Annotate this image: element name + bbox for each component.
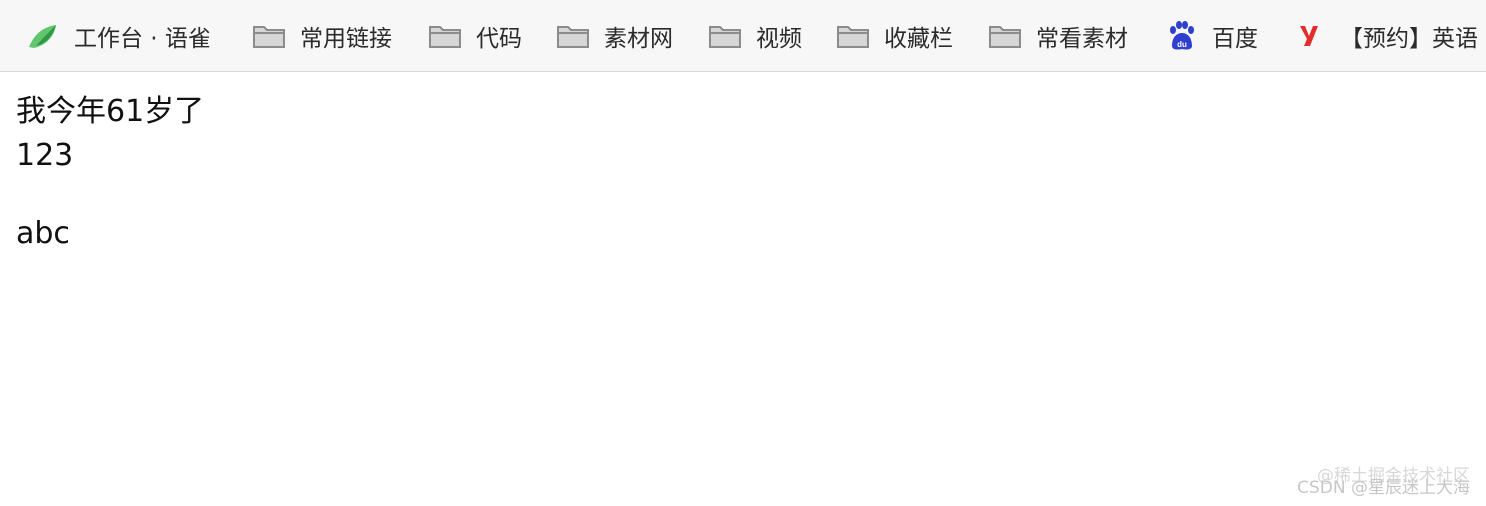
- text-line-age: 我今年61岁了: [16, 94, 205, 129]
- bookmark-label: 【预约】英语: [1340, 25, 1478, 52]
- youdao-y-icon: [1292, 19, 1326, 53]
- bookmark-folder-frequent-assets[interactable]: 常看素材: [988, 0, 1128, 71]
- baidu-paw-icon: du: [1164, 19, 1198, 53]
- bookmark-bar: 工作台 · 语雀 常用链接 代码 素材网 视频 收藏栏 常看素材 du 百度 【…: [0, 0, 1486, 72]
- folder-icon: [988, 19, 1022, 53]
- bookmark-label: 代码: [476, 25, 522, 52]
- text-line-abc: abc: [16, 216, 70, 251]
- yuque-bird-icon: [26, 19, 60, 53]
- bookmark-folder-code[interactable]: 代码: [428, 0, 522, 71]
- bookmark-yuque[interactable]: 工作台 · 语雀: [26, 0, 211, 71]
- folder-icon: [836, 19, 870, 53]
- bookmark-label: 常用链接: [300, 25, 392, 52]
- bookmark-folder-favorites[interactable]: 收藏栏: [836, 0, 953, 71]
- page-content: 我今年61岁了 123 abc: [16, 90, 204, 256]
- bookmark-baidu[interactable]: du 百度: [1164, 0, 1258, 71]
- folder-icon: [708, 19, 742, 53]
- svg-text:du: du: [1177, 40, 1187, 49]
- bookmark-label: 工作台 · 语雀: [74, 25, 211, 52]
- bookmark-label: 视频: [756, 25, 802, 52]
- bookmark-folder-assets[interactable]: 素材网: [556, 0, 673, 71]
- bookmark-folder-video[interactable]: 视频: [708, 0, 802, 71]
- line-break: [16, 178, 204, 212]
- folder-icon: [428, 19, 462, 53]
- bookmark-label: 收藏栏: [884, 25, 953, 52]
- juejin-watermark: @稀土掘金技术社区: [1317, 466, 1470, 486]
- bookmark-label: 百度: [1212, 25, 1258, 52]
- bookmark-label: 常看素材: [1036, 25, 1128, 52]
- bookmark-english-booking[interactable]: 【预约】英语: [1292, 0, 1478, 71]
- bookmark-label: 素材网: [604, 25, 673, 52]
- folder-icon: [252, 19, 286, 53]
- bookmark-folder-common-links[interactable]: 常用链接: [252, 0, 392, 71]
- folder-icon: [556, 19, 590, 53]
- text-line-number: 123: [16, 138, 74, 173]
- watermark: @稀土掘金技术社区 CSDN @星辰迷上大海: [1297, 466, 1470, 498]
